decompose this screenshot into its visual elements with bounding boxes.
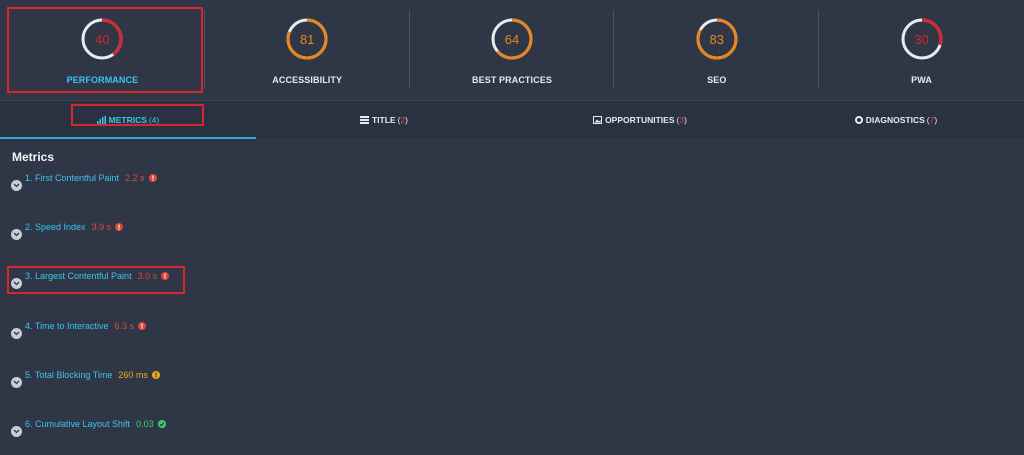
score-value: 30 — [914, 31, 929, 47]
gauge-pwa: 30 — [900, 17, 944, 61]
chevron-down-icon[interactable] — [11, 229, 22, 240]
score-value: 40 — [95, 31, 110, 47]
chevron-down-icon[interactable] — [11, 328, 22, 339]
score-pwa[interactable]: 30 PWA — [819, 0, 1024, 100]
alert-icon — [148, 174, 157, 182]
metric-item-total-blocking-time[interactable]: 5. Total Blocking Time 260 ms — [11, 370, 411, 390]
chevron-down-icon[interactable] — [11, 278, 22, 289]
score-label: ACCESSIBILITY — [272, 75, 343, 85]
metric-item-time-to-interactive[interactable]: 4. Time to Interactive 6.3 s — [11, 321, 411, 341]
metric-value: 3.0 s — [137, 271, 158, 281]
check-icon — [157, 420, 166, 428]
metric-label: 2. Speed Index — [25, 222, 86, 232]
metric-value: 6.3 s — [114, 321, 135, 331]
metric-label: 4. Time to Interactive — [25, 321, 109, 331]
tab-label: OPPORTUNITIES — [605, 115, 675, 125]
alert-icon — [161, 272, 170, 280]
chevron-down-icon[interactable] — [11, 426, 22, 437]
score-performance[interactable]: 40 PERFORMANCE — [0, 0, 205, 100]
tab-opportunities[interactable]: OPPORTUNITIES (3) — [512, 101, 768, 139]
gauge-best-practices: 64 — [490, 17, 534, 61]
metric-value: 0.03 — [136, 419, 154, 429]
tab-label: METRICS — [108, 115, 147, 125]
chevron-down-icon[interactable] — [11, 180, 22, 191]
image-icon — [593, 116, 603, 124]
bar-chart-icon — [96, 116, 106, 124]
score-seo[interactable]: 83 SEO — [614, 0, 820, 100]
score-label: PERFORMANCE — [66, 75, 139, 85]
score-label: SEO — [707, 75, 727, 85]
score-value: 81 — [299, 31, 315, 47]
metric-value: 3.9 s — [91, 222, 112, 232]
metric-value: 260 ms — [118, 370, 148, 380]
tab-metrics[interactable]: METRICS (4) — [0, 101, 256, 139]
tab-diagnostics[interactable]: DIAGNOSTICS (7) — [768, 101, 1024, 139]
section-title: Metrics — [12, 150, 55, 164]
score-value: 83 — [709, 31, 725, 47]
metric-value: 2.2 s — [125, 173, 145, 183]
tab-count: (2) — [397, 115, 409, 125]
gauge-accessibility: 81 — [285, 17, 329, 61]
gear-icon — [854, 116, 863, 124]
metric-label: 3. Largest Contentful Paint — [25, 271, 132, 281]
tab-count: (7) — [926, 115, 938, 125]
tab-label: TITLE — [371, 115, 396, 125]
score-value: 64 — [504, 31, 520, 47]
alert-icon — [115, 223, 124, 231]
metric-label: 1. First Contentful Paint — [25, 173, 120, 183]
score-label: PWA — [911, 75, 932, 85]
metric-label: 6. Cumulative Layout Shift — [25, 419, 131, 429]
metric-item-largest-contentful-paint[interactable]: 3. Largest Contentful Paint 3.0 s — [11, 271, 411, 291]
gauge-performance: 40 — [80, 17, 124, 61]
metric-item-cumulative-layout-shift[interactable]: 6. Cumulative Layout Shift 0.03 — [11, 419, 411, 439]
score-bar: 40 PERFORMANCE 81 ACCESSIBILITY 64 BEST … — [0, 0, 1024, 100]
metric-label: 5. Total Blocking Time — [25, 370, 113, 380]
score-best-practices[interactable]: 64 BEST PRACTICES — [410, 0, 615, 100]
score-accessibility[interactable]: 81 ACCESSIBILITY — [205, 0, 410, 100]
tab-label: DIAGNOSTICS — [865, 115, 925, 125]
metric-item-speed-index[interactable]: 2. Speed Index 3.9 s — [11, 222, 411, 242]
alert-icon — [151, 371, 160, 379]
tab-count: (3) — [676, 115, 687, 125]
stack-icon — [359, 116, 369, 124]
tab-title[interactable]: TITLE (2) — [256, 101, 512, 139]
gauge-seo: 83 — [695, 17, 739, 61]
metric-item-first-contentful-paint[interactable]: 1. First Contentful Paint 2.2 s — [11, 173, 411, 193]
tab-bar: METRICS (4) TITLE (2) OPPORTUNITIES (3) … — [0, 100, 1024, 139]
chevron-down-icon[interactable] — [11, 377, 22, 388]
tab-count: (4) — [148, 115, 160, 125]
score-label: BEST PRACTICES — [472, 75, 552, 85]
alert-icon — [138, 322, 147, 330]
